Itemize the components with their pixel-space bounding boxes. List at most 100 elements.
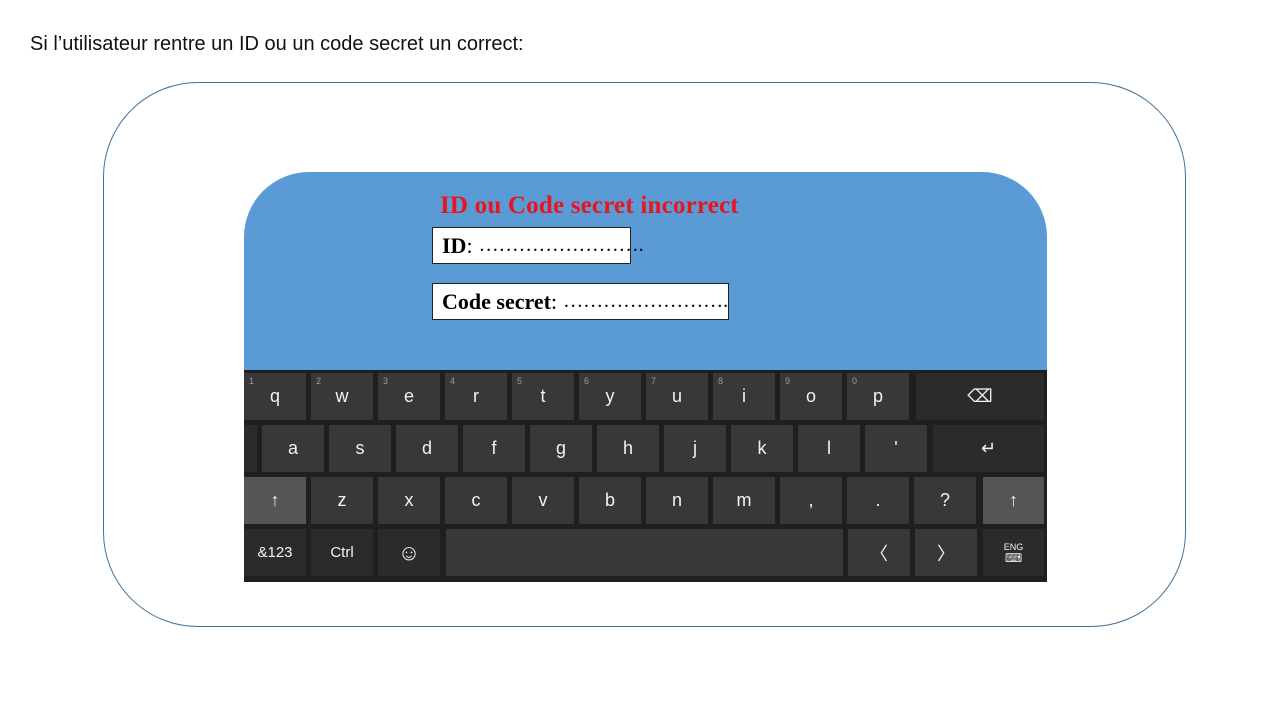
- key-label: b: [604, 490, 615, 510]
- key-label: j: [693, 438, 697, 458]
- key-label: c: [471, 490, 481, 510]
- key-label: m: [736, 490, 752, 510]
- key-p[interactable]: 0p: [847, 373, 909, 420]
- key-k[interactable]: k: [731, 425, 793, 472]
- key-label: q: [269, 386, 280, 406]
- key-i[interactable]: 8i: [713, 373, 775, 420]
- key-q[interactable]: 1q: [244, 373, 306, 420]
- key-label: g: [555, 438, 566, 458]
- key-h[interactable]: h: [597, 425, 659, 472]
- key-v[interactable]: v: [512, 477, 574, 524]
- key-num: 4: [450, 376, 456, 386]
- key-e[interactable]: 3e: [378, 373, 440, 420]
- key-label: ': [894, 438, 898, 458]
- key-label: &123: [257, 544, 293, 561]
- key-c[interactable]: c: [445, 477, 507, 524]
- key-o[interactable]: 9o: [780, 373, 842, 420]
- key-label: ?: [939, 490, 950, 510]
- key-num: 8: [718, 376, 724, 386]
- key-g[interactable]: g: [530, 425, 592, 472]
- key-num: 3: [383, 376, 389, 386]
- key-label: k: [757, 438, 767, 458]
- id-label: ID: [442, 232, 467, 258]
- key-j[interactable]: j: [664, 425, 726, 472]
- code-secret-value: …………………….: [563, 290, 729, 312]
- key-num: 6: [584, 376, 590, 386]
- key-label: r: [473, 386, 479, 406]
- key-label: l: [827, 438, 831, 458]
- key-d[interactable]: d: [396, 425, 458, 472]
- chevron-left-icon: 〈: [870, 543, 888, 564]
- code-secret-separator: :: [550, 288, 558, 314]
- on-screen-keyboard: 1q 2w 3e 4r 5t 6y 7u 8i 9o 0p ⌫ a s d f …: [244, 370, 1047, 582]
- key-u[interactable]: 7u: [646, 373, 708, 420]
- shift-icon: ↑: [1009, 490, 1018, 510]
- id-value: …………………….: [478, 234, 644, 256]
- chevron-right-icon: 〉: [937, 543, 955, 564]
- symbols-key[interactable]: &123: [244, 529, 306, 576]
- error-message: ID ou Code secret incorrect: [440, 192, 739, 219]
- key-l[interactable]: l: [798, 425, 860, 472]
- key-label: ,: [808, 490, 814, 510]
- backspace-key[interactable]: ⌫: [916, 373, 1044, 420]
- key-label: n: [671, 490, 682, 510]
- shift-key-left[interactable]: ↑: [244, 477, 306, 524]
- emoji-key[interactable]: ☺: [378, 529, 440, 576]
- slide-caption: Si l’utilisateur rentre un ID ou un code…: [30, 33, 524, 55]
- key-comma[interactable]: ,: [780, 477, 842, 524]
- key-w[interactable]: 2w: [311, 373, 373, 420]
- key-label: h: [622, 438, 633, 458]
- key-question[interactable]: ?: [914, 477, 976, 524]
- key-label: u: [671, 386, 682, 406]
- key-apostrophe[interactable]: ': [865, 425, 927, 472]
- key-num: 2: [316, 376, 322, 386]
- key-label: z: [337, 490, 347, 510]
- id-separator: :: [466, 232, 473, 258]
- backspace-icon: ⌫: [967, 386, 993, 406]
- key-label: v: [538, 490, 548, 510]
- key-label: d: [421, 438, 432, 458]
- key-a[interactable]: a: [262, 425, 324, 472]
- login-screen: ID ou Code secret incorrect ID :………………………: [244, 172, 1047, 582]
- ctrl-key[interactable]: Ctrl: [311, 529, 373, 576]
- key-f[interactable]: f: [463, 425, 525, 472]
- key-label: t: [540, 386, 546, 406]
- key-label: w: [335, 386, 349, 406]
- language-key[interactable]: ENG ⌨: [983, 529, 1044, 576]
- keyboard-icon: ⌨: [1004, 550, 1023, 565]
- code-secret-field[interactable]: Code secret :…………………….: [432, 283, 729, 320]
- left-arrow-key[interactable]: 〈: [848, 529, 910, 576]
- key-label: o: [805, 386, 816, 406]
- key-y[interactable]: 6y: [579, 373, 641, 420]
- key-z[interactable]: z: [311, 477, 373, 524]
- key-num: 9: [785, 376, 791, 386]
- key-t[interactable]: 5t: [512, 373, 574, 420]
- shift-key-right[interactable]: ↑: [983, 477, 1044, 524]
- key-label: s: [355, 438, 365, 458]
- key-label: a: [287, 438, 298, 458]
- key-x[interactable]: x: [378, 477, 440, 524]
- key-period[interactable]: .: [847, 477, 909, 524]
- key-label: .: [875, 490, 881, 510]
- key-r[interactable]: 4r: [445, 373, 507, 420]
- id-field[interactable]: ID :…………………….: [432, 227, 644, 264]
- key-n[interactable]: n: [646, 477, 708, 524]
- key-label: i: [742, 386, 746, 406]
- emoji-icon: ☺: [397, 539, 421, 565]
- right-arrow-key[interactable]: 〉: [915, 529, 977, 576]
- key-label: y: [605, 386, 615, 406]
- key-num: 1: [249, 376, 255, 386]
- key-b[interactable]: b: [579, 477, 641, 524]
- key-label: x: [404, 490, 414, 510]
- shift-icon: ↑: [270, 490, 280, 510]
- space-key[interactable]: [446, 529, 843, 576]
- key-label: p: [872, 386, 883, 406]
- row2-left-spacer: [244, 425, 257, 472]
- key-label: e: [403, 386, 414, 406]
- key-m[interactable]: m: [713, 477, 775, 524]
- enter-icon: ↵: [980, 438, 997, 458]
- key-s[interactable]: s: [329, 425, 391, 472]
- enter-key[interactable]: ↵: [933, 425, 1044, 472]
- language-indicator: ENG ⌨: [1004, 542, 1024, 564]
- key-num: 5: [517, 376, 523, 386]
